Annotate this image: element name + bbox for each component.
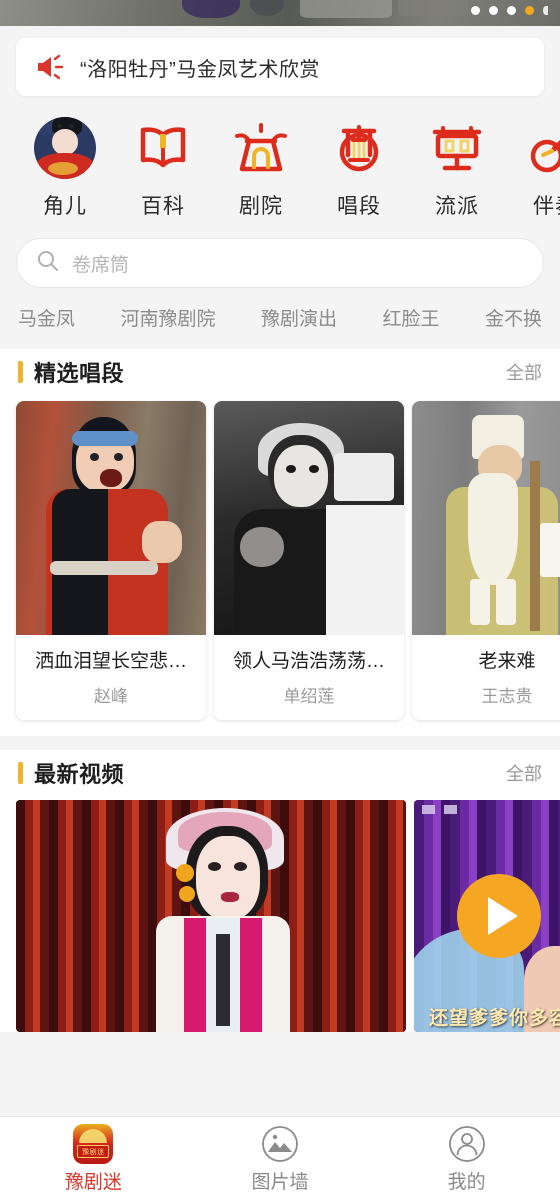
carousel-dot[interactable] <box>543 6 548 15</box>
aria-card-artist: 赵峰 <box>94 687 128 706</box>
icon-nav-label: 百科 <box>141 195 185 218</box>
tab-mine[interactable]: 我的 <box>373 1123 560 1194</box>
app-logo-text: 豫剧迷 <box>82 1149 105 1156</box>
icon-nav-item-changduan[interactable]: 唱段 <box>310 114 408 220</box>
section-accent-bar <box>18 762 23 784</box>
icon-nav-label: 唱段 <box>337 195 381 218</box>
tab-label: 我的 <box>447 1172 486 1193</box>
aria-card-list[interactable]: 洒血泪望长空悲… 赵峰 领人马浩浩荡荡… 单绍莲 老来难 王志贵 <box>0 395 560 736</box>
person-icon <box>373 1123 560 1165</box>
section-accent-bar <box>18 361 23 383</box>
banner-art-blob <box>300 0 392 18</box>
notice-bar-wrap: “洛阳牡丹”马金凤艺术欣赏 <box>0 26 560 96</box>
icon-nav-row[interactable]: 角儿 百科 剧院 唱段 流派 伴 <box>0 96 560 224</box>
aria-card[interactable]: 洒血泪望长空悲… 赵峰 <box>16 401 206 720</box>
lyre-icon <box>310 114 408 182</box>
video-card[interactable] <box>16 800 406 1032</box>
aria-card-title: 老来难 <box>478 651 536 672</box>
aria-card-meta: 洒血泪望长空悲… 赵峰 <box>16 635 206 720</box>
aria-card-title: 洒血泪望长空悲… <box>34 651 187 672</box>
aria-card-artist: 王志贵 <box>481 687 533 706</box>
icon-nav-label: 角儿 <box>43 195 87 218</box>
search-icon <box>37 250 59 277</box>
top-banner-carousel[interactable] <box>0 0 560 26</box>
aria-thumbnail <box>412 401 560 635</box>
hot-tags-row[interactable]: 马金凤 河南豫剧院 豫剧演出 红脸王 金不换 <box>0 288 560 331</box>
banner-art-blob <box>398 0 468 16</box>
section-header: 精选唱段 全部 <box>0 349 560 395</box>
section-view-all-link[interactable]: 全部 <box>506 760 542 786</box>
aria-thumbnail <box>16 401 206 635</box>
string-instrument-icon <box>506 114 560 182</box>
video-list[interactable]: 还望爹爹你多容 <box>0 796 560 1032</box>
bottom-tab-bar[interactable]: 豫剧迷 豫剧迷 图片墙 我的 <box>0 1116 560 1200</box>
icon-nav-item-jiaoer[interactable]: 角儿 <box>16 114 114 220</box>
carousel-dot-active[interactable] <box>525 6 534 15</box>
tab-label: 图片墙 <box>251 1172 309 1193</box>
carousel-dot[interactable] <box>507 6 516 15</box>
hot-tag[interactable]: 红脸王 <box>382 304 439 331</box>
aria-card-artist: 单绍莲 <box>283 687 335 706</box>
search-bar[interactable]: 卷席筒 <box>16 238 544 288</box>
aria-card-meta: 老来难 王志贵 <box>412 635 560 720</box>
carousel-dot[interactable] <box>489 6 498 15</box>
notice-bar[interactable]: “洛阳牡丹”马金凤艺术欣赏 <box>16 38 544 96</box>
search-input[interactable]: 卷席筒 <box>72 250 129 277</box>
tab-yujumi[interactable]: 豫剧迷 豫剧迷 <box>0 1123 187 1194</box>
theater-pavilion-icon <box>212 114 310 182</box>
icon-nav-item-juyuan[interactable]: 剧院 <box>212 114 310 220</box>
aria-card-meta: 领人马浩浩荡荡… 单绍莲 <box>214 635 404 720</box>
icon-nav-item-liupai[interactable]: 流派 <box>408 114 506 220</box>
app-root: “洛阳牡丹”马金凤艺术欣赏 角儿 百科 剧院 唱段 流派 伴 卷席筒 马金凤 河… <box>0 0 560 1200</box>
carousel-dot[interactable] <box>471 6 480 15</box>
avatar-photo-icon <box>16 114 114 182</box>
app-logo-icon: 豫剧迷 <box>0 1123 187 1165</box>
hot-tag[interactable]: 金不换 <box>485 304 542 331</box>
section-header: 最新视频 全部 <box>0 750 560 796</box>
section-featured-arias: 精选唱段 全部 洒血泪望长空悲… 赵峰 领人马浩浩荡荡… 单绍莲 老来难 王志贵 <box>0 349 560 736</box>
video-card[interactable]: 还望爹爹你多容 <box>414 800 560 1032</box>
icon-nav-label: 剧院 <box>239 195 283 218</box>
aria-thumbnail <box>214 401 404 635</box>
tab-label: 豫剧迷 <box>64 1172 122 1193</box>
section-title-group: 最新视频 <box>18 757 124 789</box>
aria-card[interactable]: 领人马浩浩荡荡… 单绍莲 <box>214 401 404 720</box>
section-title: 最新视频 <box>34 762 125 787</box>
video-badge <box>422 805 457 814</box>
search-wrap: 卷席筒 <box>0 224 560 288</box>
aria-card[interactable]: 老来难 王志贵 <box>412 401 560 720</box>
icon-nav-item-banzou[interactable]: 伴奏 <box>506 114 560 220</box>
carousel-dots[interactable] <box>471 6 548 15</box>
banner-art-blob <box>182 0 240 18</box>
banner-art-blob <box>250 0 284 16</box>
section-title: 精选唱段 <box>34 361 125 386</box>
hot-tag[interactable]: 豫剧演出 <box>261 304 337 331</box>
speaker-icon <box>36 54 66 80</box>
open-book-icon <box>114 114 212 182</box>
icon-nav-item-baike[interactable]: 百科 <box>114 114 212 220</box>
video-caption: 还望爹爹你多容 <box>428 1008 560 1029</box>
icon-nav-label: 流派 <box>435 195 479 218</box>
icon-nav-label: 伴奏 <box>533 195 560 218</box>
image-wall-icon <box>187 1123 374 1165</box>
aria-card-title: 领人马浩浩荡荡… <box>232 651 385 672</box>
tab-image-wall[interactable]: 图片墙 <box>187 1123 374 1194</box>
section-latest-videos: 最新视频 全部 还望爹爹你多容 <box>0 750 560 1032</box>
hot-tag[interactable]: 河南豫剧院 <box>120 304 215 331</box>
hot-tag[interactable]: 马金凤 <box>18 304 75 331</box>
section-title-group: 精选唱段 <box>18 356 124 388</box>
signboard-icon <box>408 114 506 182</box>
section-view-all-link[interactable]: 全部 <box>506 359 542 385</box>
play-button[interactable] <box>457 874 541 958</box>
notice-text: “洛阳牡丹”马金凤艺术欣赏 <box>80 58 320 81</box>
